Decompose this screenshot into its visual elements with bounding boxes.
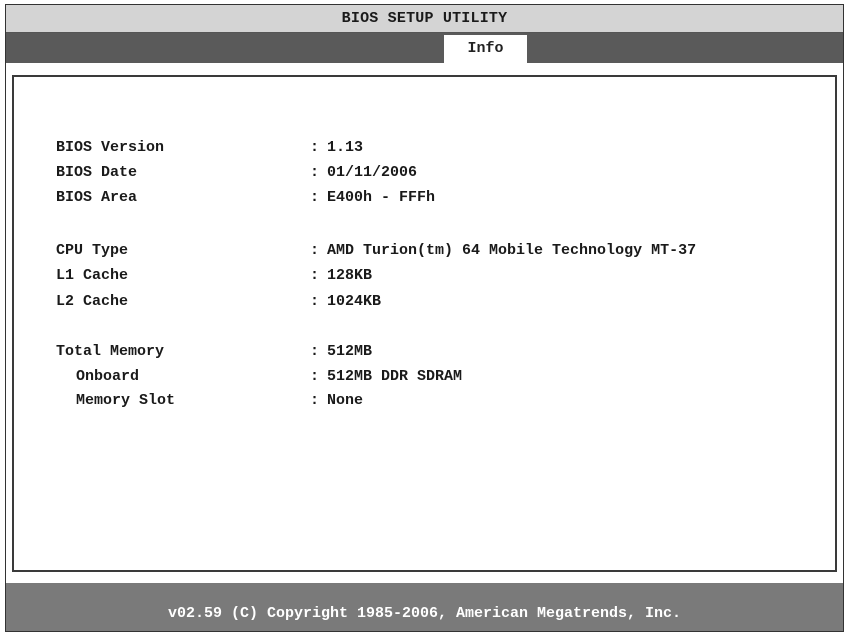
separator: : <box>310 293 320 310</box>
copyright-text: v02.59 (C) Copyright 1985-2006, American… <box>167 605 682 622</box>
separator: : <box>310 343 320 360</box>
footer-bar: v02.59 (C) Copyright 1985-2006, American… <box>6 583 843 631</box>
total-memory-value: 512MB <box>327 343 373 360</box>
bios-date-label: BIOS Date <box>56 164 138 181</box>
memory-slot-label: Memory Slot <box>76 392 176 409</box>
tab-bar: Info <box>6 33 843 63</box>
tab-info[interactable]: Info <box>444 35 527 63</box>
l1-cache-value: 128KB <box>327 267 373 284</box>
separator: : <box>310 164 320 181</box>
cpu-type-value: AMD Turion(tm) 64 Mobile Technology MT-3… <box>327 242 697 259</box>
separator: : <box>310 392 320 409</box>
bios-date-value: 01/11/2006 <box>327 164 418 181</box>
info-panel: BIOS Version :1.13 BIOS Date :01/11/2006… <box>12 75 837 572</box>
l2-cache-value: 1024KB <box>327 293 382 310</box>
title-bar: BIOS SETUP UTILITY <box>6 5 843 33</box>
memory-slot-value: None <box>327 392 364 409</box>
total-memory-label: Total Memory <box>56 343 165 360</box>
onboard-value: 512MB DDR SDRAM <box>327 368 463 385</box>
separator: : <box>310 242 320 259</box>
bios-area-value: E400h - FFFh <box>327 189 436 206</box>
bios-version-label: BIOS Version <box>56 139 165 156</box>
bios-window: BIOS SETUP UTILITY Info BIOS Version :1.… <box>5 4 844 632</box>
l2-cache-label: L2 Cache <box>56 293 129 310</box>
cpu-type-label: CPU Type <box>56 242 129 259</box>
separator: : <box>310 368 320 385</box>
separator: : <box>310 139 320 156</box>
separator: : <box>310 189 320 206</box>
onboard-label: Onboard <box>76 368 140 385</box>
bios-version-value: 1.13 <box>327 139 364 156</box>
app-title: BIOS SETUP UTILITY <box>341 10 508 27</box>
bios-area-label: BIOS Area <box>56 189 138 206</box>
separator: : <box>310 267 320 284</box>
l1-cache-label: L1 Cache <box>56 267 129 284</box>
